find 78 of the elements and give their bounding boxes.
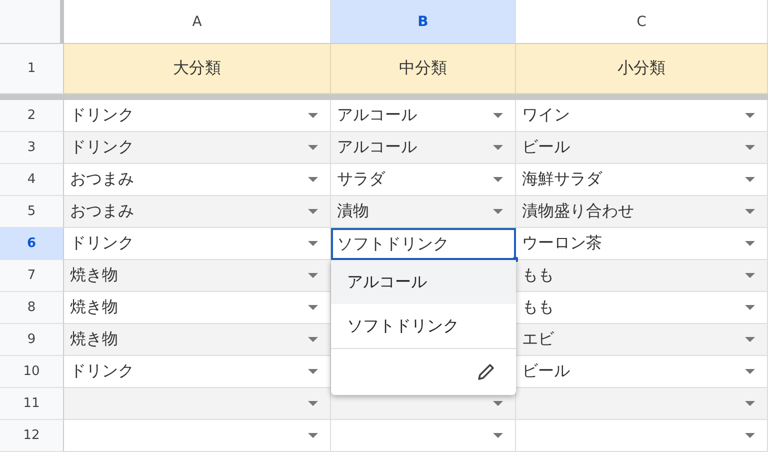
header-cell: 小分類 [516, 44, 768, 94]
caret-icon [308, 145, 318, 150]
caret-icon [308, 337, 318, 342]
dropdown-cell[interactable]: ドリンク [64, 132, 331, 164]
caret-icon [745, 145, 755, 150]
row-header[interactable]: 3 [0, 132, 64, 164]
caret-icon [308, 177, 318, 182]
caret-icon [493, 113, 503, 118]
dropdown-cell[interactable]: 焼き物 [64, 260, 331, 292]
dropdown-cell[interactable] [64, 388, 331, 420]
dropdown-cell[interactable]: ビール [516, 132, 768, 164]
dropdown-cell[interactable]: ビール [516, 356, 768, 388]
caret-icon [745, 401, 755, 406]
caret-icon [308, 113, 318, 118]
caret-icon [745, 113, 755, 118]
row-header[interactable]: 4 [0, 164, 64, 196]
dropdown-cell[interactable]: ドリンク [64, 228, 331, 260]
row-header[interactable]: 10 [0, 356, 64, 388]
caret-icon [745, 273, 755, 278]
dropdown-cell[interactable] [516, 388, 768, 420]
dropdown-cell[interactable]: もも [516, 260, 768, 292]
caret-icon [493, 433, 503, 438]
dropdown-cell[interactable]: 焼き物 [64, 324, 331, 356]
caret-icon [308, 401, 318, 406]
dropdown-cell[interactable]: サラダ [331, 164, 516, 196]
dropdown-cell[interactable] [516, 420, 768, 452]
dropdown-cell[interactable]: アルコール [331, 132, 516, 164]
caret-icon [493, 177, 503, 182]
caret-icon [745, 209, 755, 214]
caret-icon [745, 305, 755, 310]
caret-icon [493, 209, 503, 214]
dropdown-cell[interactable]: 漬物 [331, 196, 516, 228]
caret-icon [308, 369, 318, 374]
dropdown-option[interactable]: ソフトドリンク [331, 304, 516, 348]
dropdown-cell[interactable]: ウーロン茶 [516, 228, 768, 260]
dropdown-cell[interactable]: 漬物盛り合わせ [516, 196, 768, 228]
header-cell: 中分類 [331, 44, 516, 94]
select-all-corner[interactable] [0, 0, 64, 44]
caret-icon [745, 369, 755, 374]
dropdown-cell[interactable]: アルコール [331, 100, 516, 132]
caret-icon [308, 305, 318, 310]
column-header[interactable]: B [331, 0, 516, 44]
row-header[interactable]: 9 [0, 324, 64, 356]
row-header[interactable]: 7 [0, 260, 64, 292]
dropdown-cell[interactable]: おつまみ [64, 196, 331, 228]
row-header[interactable]: 12 [0, 420, 64, 452]
dropdown-cell[interactable]: エビ [516, 324, 768, 356]
caret-icon [745, 177, 755, 182]
caret-icon [308, 273, 318, 278]
pencil-icon[interactable] [476, 362, 496, 382]
dropdown-cell[interactable]: おつまみ [64, 164, 331, 196]
dropdown-cell[interactable]: 海鮮サラダ [516, 164, 768, 196]
cell-editor[interactable]: ソフトドリンク [331, 228, 516, 260]
caret-icon [745, 433, 755, 438]
row-header[interactable]: 2 [0, 100, 64, 132]
column-header[interactable]: C [516, 0, 768, 44]
column-header[interactable]: A [64, 0, 331, 44]
dropdown-option[interactable]: アルコール [331, 260, 516, 304]
dropdown-cell[interactable]: ドリンク [64, 356, 331, 388]
caret-icon [745, 337, 755, 342]
caret-icon [745, 241, 755, 246]
header-cell: 大分類 [64, 44, 331, 94]
caret-icon [493, 145, 503, 150]
caret-icon [308, 209, 318, 214]
dropdown-cell[interactable] [64, 420, 331, 452]
row-header[interactable]: 1 [0, 44, 64, 94]
caret-icon [308, 433, 318, 438]
row-header[interactable]: 6 [0, 228, 64, 260]
row-header[interactable]: 11 [0, 388, 64, 420]
dropdown-cell[interactable]: 焼き物 [64, 292, 331, 324]
caret-icon [308, 241, 318, 246]
dropdown-cell[interactable]: ワイン [516, 100, 768, 132]
row-header[interactable]: 8 [0, 292, 64, 324]
dropdown-cell[interactable] [331, 420, 516, 452]
dropdown-cell[interactable]: ドリンク [64, 100, 331, 132]
row-header[interactable]: 5 [0, 196, 64, 228]
dropdown-cell[interactable]: もも [516, 292, 768, 324]
caret-icon [493, 401, 503, 406]
